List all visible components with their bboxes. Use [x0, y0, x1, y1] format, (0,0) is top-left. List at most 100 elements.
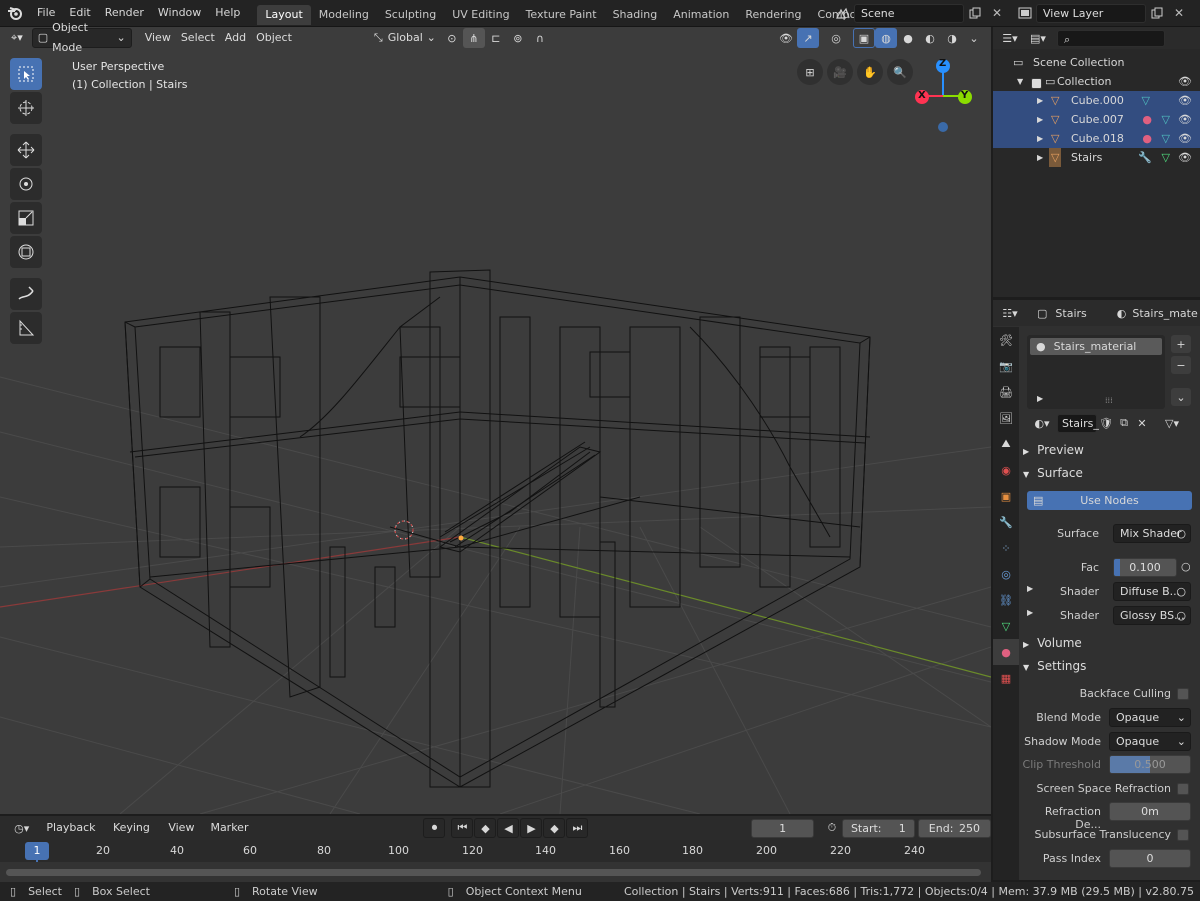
timeline-scrollbar[interactable] [6, 869, 981, 876]
outliner-item-stairs[interactable]: ▶ ▽ Stairs 🔧 ▽ 👁 [993, 148, 1200, 167]
expand-arrow-icon[interactable]: ▶ [1037, 91, 1043, 110]
ssr-checkbox[interactable] [1177, 783, 1189, 795]
expand-arrow-icon[interactable]: ▼ [1017, 72, 1023, 91]
material-tab-icon[interactable]: ● [993, 639, 1019, 665]
settings-panel-header[interactable]: ▼ Settings [1023, 655, 1195, 677]
remove-slot-button[interactable]: − [1171, 356, 1191, 374]
expand-arrow-icon[interactable]: ▶ [1037, 394, 1043, 403]
measure-tool-icon[interactable] [10, 312, 42, 344]
camera-view-icon[interactable]: 🎥 [827, 59, 853, 85]
start-frame-field[interactable]: Start: 1 [841, 818, 915, 838]
scene-copy-icon[interactable] [964, 3, 986, 23]
unlink-material-icon[interactable]: ✕ [1133, 413, 1151, 433]
cursor-tool-icon[interactable] [10, 92, 42, 124]
object-tab-icon[interactable]: ▣ [993, 483, 1019, 509]
eye-icon[interactable]: 👁 [1178, 110, 1192, 129]
expand-arrow-icon[interactable]: ▶ [1037, 148, 1043, 167]
view-layer-close-icon[interactable]: ✕ [1168, 3, 1190, 23]
render-tab-icon[interactable]: 📷 [993, 353, 1019, 379]
pivot-icon[interactable]: ⊙ [441, 28, 463, 48]
transform-tool-icon[interactable] [10, 236, 42, 268]
properties-editor-icon[interactable]: ☷▾ [999, 303, 1021, 323]
clip-threshold-slider[interactable]: 0.500 [1109, 755, 1191, 774]
outliner-search-input[interactable]: ⌕ [1057, 29, 1165, 47]
expand-arrow-icon[interactable]: ▶ [1037, 110, 1043, 129]
zoom-icon[interactable]: 🔍 [887, 59, 913, 85]
shadow-mode-dropdown[interactable]: Opaque ⌄ [1109, 732, 1191, 751]
editor-type-icon[interactable]: ⌖▾ [6, 28, 28, 48]
record-icon[interactable]: ⏺ [423, 818, 446, 838]
playhead-frame[interactable]: 1 [25, 842, 49, 860]
scene-name-field[interactable]: Scene [854, 3, 964, 23]
scene-collection-row[interactable]: ▭ Scene Collection [993, 53, 1200, 72]
scale-tool-icon[interactable] [10, 202, 42, 234]
eye-icon[interactable]: 👁 [1178, 148, 1192, 167]
data-tab-icon[interactable]: ▽ [993, 613, 1019, 639]
navigation-gizmo[interactable]: Z Y X [915, 58, 975, 133]
scene-icon[interactable] [832, 3, 854, 23]
tab-rendering[interactable]: Rendering [737, 5, 809, 25]
gizmo-neg-z-axis[interactable] [938, 122, 948, 132]
next-keyframe-icon[interactable]: ◆ [543, 818, 566, 838]
backface-culling-checkbox[interactable] [1177, 688, 1189, 700]
viewport-menu-object[interactable]: Object [251, 28, 297, 48]
prev-keyframe-icon[interactable]: ◆ [474, 818, 497, 838]
3d-viewport[interactable] [0, 27, 992, 815]
modifier-tab-icon[interactable]: 🔧 [993, 509, 1019, 535]
timeline-menu-view[interactable]: View [163, 818, 199, 838]
blender-logo-icon[interactable] [0, 0, 30, 27]
sss-checkbox[interactable] [1177, 829, 1189, 841]
preview-panel-header[interactable]: ▶ Preview [1023, 439, 1195, 461]
tab-sculpting[interactable]: Sculpting [377, 5, 444, 25]
use-nodes-button[interactable]: ▤ Use Nodes [1027, 491, 1192, 510]
resize-grip-icon[interactable]: ⁞⁞⁞ [1105, 396, 1113, 405]
jump-end-icon[interactable]: ⏭ [566, 818, 589, 838]
viewport-scene[interactable] [0, 27, 992, 815]
outliner-item-cube-000[interactable]: ▶ ▽ Cube.000 ▽ 👁 [993, 91, 1200, 110]
fac-slider[interactable]: 0.100 [1113, 558, 1177, 577]
refraction-depth-field[interactable]: 0m [1109, 802, 1191, 821]
tab-animation[interactable]: Animation [665, 5, 737, 25]
surface-panel-header[interactable]: ▼ Surface [1023, 462, 1195, 484]
current-frame-field[interactable]: 1 [751, 818, 814, 838]
pan-hand-icon[interactable]: ✋ [857, 59, 883, 85]
expand-arrow-icon[interactable]: ▶ [1037, 129, 1043, 148]
pass-index-field[interactable]: 0 [1109, 849, 1191, 868]
material-slot-item[interactable]: ● Stairs_material [1030, 338, 1162, 355]
tab-shading[interactable]: Shading [605, 5, 666, 25]
play-reverse-icon[interactable]: ◀ [497, 818, 520, 838]
viewport-menu-select[interactable]: Select [176, 28, 220, 48]
shading-options-icon[interactable]: ⌄ [963, 28, 985, 48]
collection-row[interactable]: ▼ ▭ Collection 👁 [993, 72, 1200, 91]
rendered-shading-icon[interactable]: ◑ [941, 28, 963, 48]
fake-user-icon[interactable]: 🛡 [1097, 413, 1115, 433]
select-box-tool-icon[interactable] [10, 58, 42, 90]
tab-layout[interactable]: Layout [257, 5, 311, 25]
particles-tab-icon[interactable]: ⁘ [993, 535, 1019, 561]
scene-tab-icon[interactable]: ⛰ [993, 431, 1019, 457]
slot-menu-button[interactable]: ⌄ [1171, 388, 1191, 406]
volume-panel-header[interactable]: ▶ Volume [1023, 632, 1195, 654]
tab-uv-editing[interactable]: UV Editing [444, 5, 517, 25]
falloff-icon[interactable]: ∩ [529, 28, 551, 48]
solid-shading-icon[interactable]: ● [897, 28, 919, 48]
timeline-editor-icon[interactable]: ◷▾ [8, 818, 35, 838]
shader1-dropdown[interactable]: Diffuse B... ○ [1113, 582, 1191, 601]
world-tab-icon[interactable]: ◉ [993, 457, 1019, 483]
viewport-menu-add[interactable]: Add [220, 28, 251, 48]
physics-tab-icon[interactable]: ◎ [993, 561, 1019, 587]
outliner-item-cube-007[interactable]: ▶ ▽ Cube.007 ● ▽ 👁 [993, 110, 1200, 129]
timeline-menu-playback[interactable]: Playback ⌄ [41, 818, 108, 854]
surface-shader-dropdown[interactable]: Mix Shader ○ [1113, 524, 1191, 543]
jump-start-icon[interactable]: ⏮ [451, 818, 474, 838]
new-material-icon[interactable]: ⧉ [1115, 413, 1133, 433]
orientation-dropdown[interactable]: ⤡ Global ⌄ [369, 28, 441, 48]
object-mode-dropdown[interactable]: ▢ Object Mode ⌄ [31, 21, 132, 54]
play-icon[interactable]: ▶ [520, 818, 543, 838]
eye-icon[interactable]: 👁 [1178, 91, 1192, 110]
eye-icon[interactable]: 👁 [1178, 72, 1192, 91]
constraints-tab-icon[interactable]: ⛓ [993, 587, 1019, 613]
outliner-editor-icon[interactable]: ☰▾ [999, 28, 1021, 48]
stopwatch-icon[interactable]: ⏱ [822, 818, 842, 838]
scene-close-icon[interactable]: ✕ [986, 3, 1008, 23]
